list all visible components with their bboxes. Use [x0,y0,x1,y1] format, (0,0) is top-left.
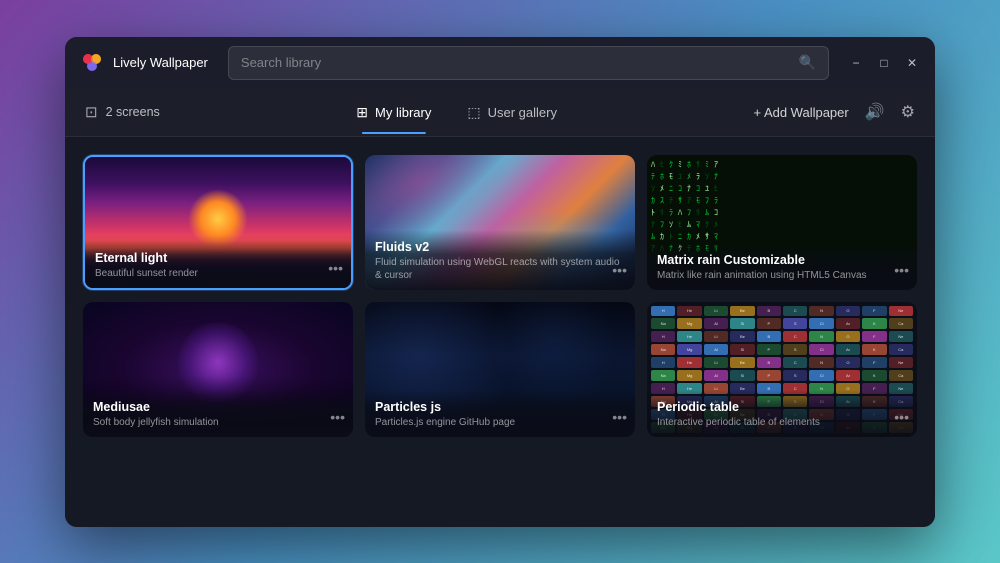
tab-bar: ⊞ My library ⬚ User gallery [160,98,754,127]
wallpaper-content: Eternal light Beautiful sunset render ••… [65,137,935,527]
wallpaper-card-jellyfish[interactable]: Mediusae Soft body jellyfish simulation … [83,302,353,437]
card-title: Matrix rain Customizable [657,253,907,267]
app-title: Lively Wallpaper [113,55,208,70]
tab-gallery-label: User gallery [488,105,557,120]
card-title: Mediusae [93,400,343,414]
toolbar-screens: ⊡ 2 screens [85,103,160,121]
add-wallpaper-label: + Add Wallpaper [753,105,848,120]
minimize-button[interactable]: − [849,56,863,70]
card-description: Matrix like rain animation using HTML5 C… [657,269,907,282]
card-menu-button[interactable]: ••• [894,262,909,278]
card-description: Interactive periodic table of elements [657,416,907,429]
screens-icon: ⊡ [85,103,98,121]
close-button[interactable]: ✕ [905,56,919,70]
library-icon: ⊞ [356,104,368,121]
wallpaper-card-matrix-rain[interactable]: ﾊﾃｿｶﾄﾅﾑｱ ﾋﾎﾒｽﾘﾌｶﾊ ｸﾓﾆﾃﾗｿﾄﾅ ﾐﾕｺｻﾊﾋﾆｸ ﾎﾒﾅｱ… [647,155,917,290]
wallpaper-card-particlejs[interactable]: Particles js Particles.js engine GitHub … [365,302,635,437]
card-menu-button[interactable]: ••• [330,409,345,425]
card-menu-button[interactable]: ••• [894,409,909,425]
toolbar: ⊡ 2 screens ⊞ My library ⬚ User gallery … [65,89,935,137]
app-logo-icon [81,52,103,74]
search-icon: 🔍 [799,54,816,71]
card-title: Particles js [375,400,625,414]
card-description: Fluid simulation using WebGL reacts with… [375,256,625,282]
maximize-button[interactable]: □ [877,56,891,70]
card-title: Periodic table [657,400,907,414]
tab-my-library[interactable]: ⊞ My library [340,98,447,127]
search-bar[interactable]: 🔍 [228,46,829,80]
card-info: Particles js Particles.js engine GitHub … [365,390,635,437]
card-description: Beautiful sunset render [95,267,341,280]
wallpaper-card-eternal-light[interactable]: Eternal light Beautiful sunset render ••… [83,155,353,290]
card-menu-button[interactable]: ••• [612,409,627,425]
card-title: Fluids v2 [375,240,625,254]
screens-label: 2 screens [106,105,160,119]
card-info: Eternal light Beautiful sunset render [85,241,351,288]
card-menu-button[interactable]: ••• [612,262,627,278]
card-info: Fluids v2 Fluid simulation using WebGL r… [365,230,635,290]
card-info: Mediusae Soft body jellyfish simulation [83,390,353,437]
wallpaper-card-fluids-v2[interactable]: Fluids v2 Fluid simulation using WebGL r… [365,155,635,290]
card-description: Particles.js engine GitHub page [375,416,625,429]
search-input[interactable] [241,55,799,70]
window-controls: − □ ✕ [849,56,919,70]
wallpaper-card-periodic-table[interactable]: HHeLiBeBCNOFNeNaMgAlSiPSClArKCaHHeLiBeBC… [647,302,917,437]
tab-library-label: My library [375,105,431,120]
settings-icon[interactable]: ⚙ [901,102,915,122]
toolbar-actions: + Add Wallpaper 🔊 ⚙ [753,102,915,122]
card-info: Periodic table Interactive periodic tabl… [647,390,917,437]
card-description: Soft body jellyfish simulation [93,416,343,429]
audio-icon[interactable]: 🔊 [865,102,885,122]
card-menu-button[interactable]: ••• [328,260,343,276]
titlebar: Lively Wallpaper 🔍 − □ ✕ [65,37,935,89]
tab-user-gallery[interactable]: ⬚ User gallery [451,98,573,127]
app-window: Lively Wallpaper 🔍 − □ ✕ ⊡ 2 screens ⊞ M… [65,37,935,527]
card-title: Eternal light [95,251,341,265]
gallery-icon: ⬚ [467,104,480,121]
card-info: Matrix rain Customizable Matrix like rai… [647,243,917,290]
add-wallpaper-button[interactable]: + Add Wallpaper [753,105,848,120]
wallpaper-grid: Eternal light Beautiful sunset render ••… [83,155,917,437]
titlebar-left: Lively Wallpaper [81,52,208,74]
